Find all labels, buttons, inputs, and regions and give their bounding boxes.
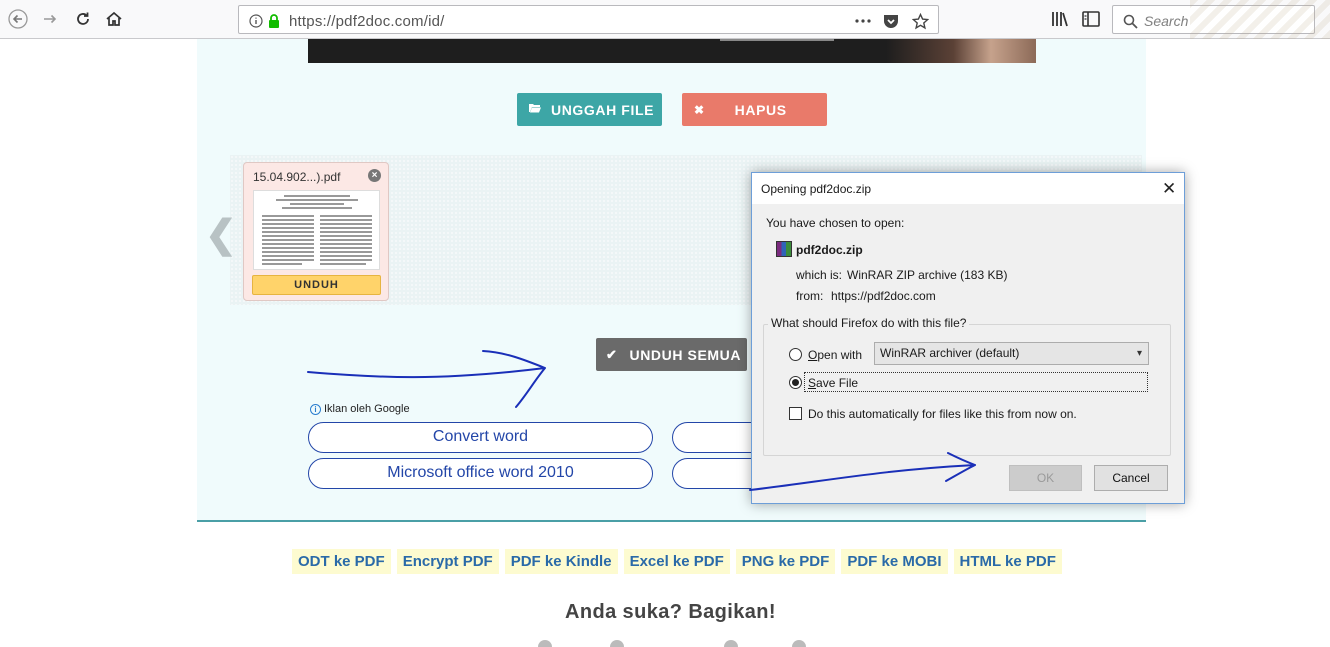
winrar-archive-icon <box>776 241 792 257</box>
link-encrypt-pdf[interactable]: Encrypt PDF <box>396 549 499 574</box>
ad-link[interactable]: Microsoft office word 2010 <box>308 458 653 489</box>
link-pdf-to-mobi[interactable]: PDF ke MOBI <box>841 549 948 574</box>
search-bar[interactable]: Search <box>1112 5 1315 34</box>
which-is-value: WinRAR ZIP archive (183 KB) <box>847 268 1008 282</box>
open-with-label[interactable]: Open with <box>808 348 862 362</box>
file-download-button[interactable]: UNDUH <box>252 275 381 295</box>
lock-icon[interactable] <box>265 12 283 30</box>
ads-label-text: Iklan oleh Google <box>324 403 410 415</box>
forward-button[interactable] <box>38 7 62 31</box>
chevron-down-icon: ▾ <box>1136 348 1142 359</box>
dialog-title: Opening pdf2doc.zip <box>761 182 872 196</box>
download-all-button[interactable]: ✔ UNDUH SEMUA <box>596 338 747 371</box>
file-card-name: 15.04.902...).pdf <box>253 170 341 184</box>
bookmark-star-icon[interactable] <box>911 12 929 30</box>
home-button[interactable] <box>102 7 126 31</box>
back-button[interactable] <box>6 7 30 31</box>
dialog-body: You have chosen to open: pdf2doc.zip whi… <box>752 204 1184 503</box>
delete-button[interactable]: ✖ HAPUS <box>682 93 827 126</box>
ad-info-icon: i <box>310 403 321 415</box>
pocket-icon[interactable] <box>882 12 900 30</box>
link-odt-to-pdf[interactable]: ODT ke PDF <box>292 549 391 574</box>
cancel-button[interactable]: Cancel <box>1094 465 1168 491</box>
folder-open-icon <box>529 103 541 116</box>
ad-link-partial[interactable] <box>672 458 762 489</box>
link-excel-to-pdf[interactable]: Excel ke PDF <box>623 549 730 574</box>
back-arrow-icon <box>8 9 28 29</box>
share-icons <box>530 640 830 647</box>
dialog-close-icon[interactable]: ✕ <box>1162 179 1176 199</box>
reload-button[interactable] <box>71 7 95 31</box>
ad-link-partial[interactable] <box>672 422 762 453</box>
share-other-icon[interactable] <box>792 640 806 647</box>
link-html-to-pdf[interactable]: HTML ke PDF <box>953 549 1062 574</box>
sidebar-icon <box>1082 11 1100 27</box>
search-placeholder: Search <box>1144 13 1189 29</box>
sidebar-button[interactable] <box>1079 7 1103 31</box>
hero-underline <box>720 39 834 41</box>
carousel-prev-chevron-icon[interactable]: ❮ <box>205 212 237 257</box>
chosen-label: You have chosen to open: <box>766 216 905 230</box>
checkmark-icon: ✔ <box>606 346 618 362</box>
ad-link[interactable]: Convert word <box>308 422 653 453</box>
which-is-label: which is: <box>796 268 843 282</box>
link-pdf-to-kindle[interactable]: PDF ke Kindle <box>504 549 618 574</box>
delete-label: HAPUS <box>734 101 787 118</box>
share-facebook-icon[interactable] <box>538 640 552 647</box>
home-icon <box>106 11 122 26</box>
page-actions-menu-icon[interactable] <box>854 12 872 30</box>
address-bar[interactable]: https://pdf2doc.com/id/ <box>238 5 939 34</box>
pdf-thumbnail <box>253 190 380 270</box>
hero-photo <box>886 39 1036 63</box>
action-question: What should Firefox do with this file? <box>768 316 970 330</box>
close-icon: ✖ <box>694 102 705 117</box>
browser-toolbar: https://pdf2doc.com/id/ Search <box>0 0 1330 39</box>
download-dialog: Opening pdf2doc.zip ✕ You have chosen to… <box>751 172 1185 504</box>
upload-file-label: UNGGAH FILE <box>551 101 655 118</box>
dialog-file-name: pdf2doc.zip <box>796 243 863 257</box>
url-text: https://pdf2doc.com/id/ <box>289 13 445 30</box>
open-with-radio[interactable] <box>789 348 802 361</box>
info-icon[interactable] <box>247 12 265 30</box>
open-with-app: WinRAR archiver (default) <box>880 346 1020 360</box>
save-file-label[interactable]: Save File <box>808 376 858 390</box>
open-with-select[interactable]: WinRAR archiver (default) ▾ <box>874 342 1149 365</box>
conversion-links: ODT ke PDF Encrypt PDF PDF ke Kindle Exc… <box>292 549 1062 574</box>
section-divider <box>197 520 1146 522</box>
dialog-title-bar: Opening pdf2doc.zip ✕ <box>752 173 1184 204</box>
hero-image <box>308 39 1036 63</box>
share-google-icon[interactable] <box>724 640 738 647</box>
upload-file-button[interactable]: UNGGAH FILE <box>517 93 662 126</box>
save-file-radio[interactable] <box>789 376 802 389</box>
from-value: https://pdf2doc.com <box>831 289 936 303</box>
ads-label[interactable]: i Iklan oleh Google <box>310 403 410 415</box>
search-icon <box>1121 12 1139 30</box>
share-heading: Anda suka? Bagikan! <box>565 601 776 623</box>
library-button[interactable] <box>1048 7 1072 31</box>
link-png-to-pdf[interactable]: PNG ke PDF <box>735 549 836 574</box>
remove-file-icon[interactable]: × <box>368 169 381 182</box>
ok-button[interactable]: OK <box>1009 465 1082 491</box>
download-all-label: UNDUH SEMUA <box>629 346 742 363</box>
file-card: 15.04.902...).pdf × UNDUH <box>243 162 389 301</box>
auto-action-checkbox[interactable] <box>789 407 802 420</box>
reload-icon <box>77 12 89 25</box>
auto-action-label[interactable]: Do this automatically for files like thi… <box>808 407 1077 421</box>
share-twitter-icon[interactable] <box>610 640 624 647</box>
from-label: from: <box>796 289 824 303</box>
library-icon <box>1052 12 1068 27</box>
forward-arrow-icon <box>44 14 57 24</box>
